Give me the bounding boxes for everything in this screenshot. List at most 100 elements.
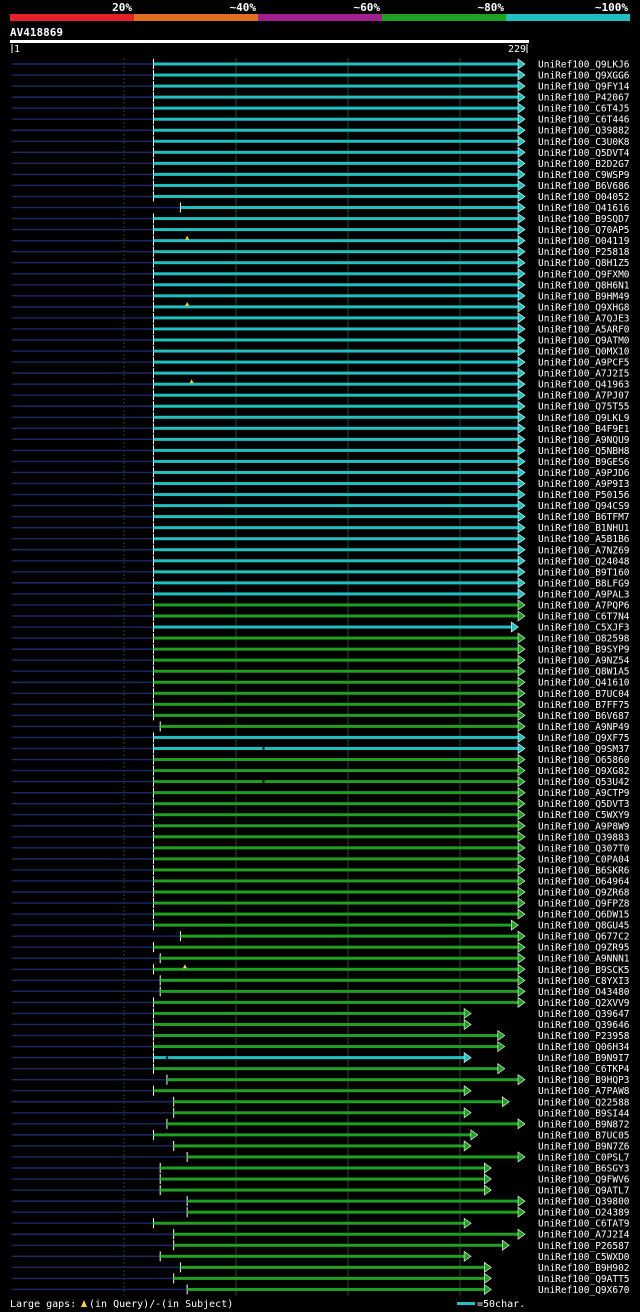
hit-name: UniRef100_Q39647 <box>538 1009 630 1020</box>
hit-bar <box>153 172 519 176</box>
hit-arrow <box>517 80 526 92</box>
hit-bar <box>153 868 519 872</box>
hit-row: UniRef100_O04052 <box>12 190 630 203</box>
hit-name: UniRef100_C5XJF3 <box>538 623 630 634</box>
hit-bar <box>153 73 519 77</box>
hit-name: UniRef100_B9H902 <box>538 1263 630 1274</box>
hit-arrow <box>517 224 526 236</box>
hit-arrow <box>510 621 519 633</box>
hit-name: UniRef100_B6V687 <box>538 711 630 722</box>
hit-name: UniRef100_C6T446 <box>538 115 630 126</box>
hit-bar <box>153 967 519 971</box>
hit-row: UniRef100_C6TAT9 <box>12 1217 630 1230</box>
hit-name: UniRef100_A9NQU9 <box>538 435 630 446</box>
hit-row: UniRef100_Q9X670 <box>12 1283 630 1296</box>
hit-arrow <box>517 820 526 832</box>
query-name: AV418869 <box>10 26 63 39</box>
hit-name: UniRef100_C5WXD0 <box>538 1252 630 1263</box>
hit-name: UniRef100_B9SCK5 <box>538 965 630 976</box>
hit-bar <box>153 117 519 121</box>
hit-row: UniRef100_B6SKR6 <box>12 864 630 876</box>
footer-in-query: (in Query)/ <box>89 1299 155 1310</box>
hit-name: UniRef100_B9SQD7 <box>538 214 630 225</box>
hit-arrow <box>517 632 526 644</box>
hit-bar <box>153 139 519 143</box>
hit-row: UniRef100_Q9FWV6 <box>12 1173 630 1186</box>
hit-arrow <box>517 974 526 986</box>
hit-bar <box>153 691 519 695</box>
hit-name: UniRef100_Q9ZR68 <box>538 888 630 899</box>
hit-arrow <box>517 985 526 997</box>
query-gap-marker <box>189 379 194 384</box>
hit-name: UniRef100_Q8W1A5 <box>538 667 630 678</box>
hit-arrow <box>517 444 526 456</box>
hit-name: UniRef100_Q39800 <box>538 1197 630 1208</box>
hit-row: UniRef100_A9P8W9 <box>12 820 630 832</box>
hit-row: UniRef100_Q22588 <box>12 1096 630 1108</box>
hit-row: UniRef100_Q9FXM0 <box>12 268 630 280</box>
hit-row: UniRef100_Q5NBH8 <box>12 444 630 457</box>
hit-arrow <box>517 720 526 732</box>
hit-row: UniRef100_Q39800 <box>12 1195 630 1208</box>
hit-bar <box>153 448 519 452</box>
hit-name: UniRef100_C5WXY9 <box>538 810 630 821</box>
hit-name: UniRef100_Q9LKJ6 <box>538 60 630 71</box>
hit-arrow <box>517 930 526 942</box>
hit-name: UniRef100_Q24048 <box>538 556 630 567</box>
hit-arrow <box>517 69 526 81</box>
hit-row: UniRef100_A7PJ07 <box>12 389 630 402</box>
hit-name: UniRef100_B8LFG9 <box>538 578 630 589</box>
legend-swatch-2 <box>258 14 382 21</box>
hit-bar <box>153 758 519 762</box>
hit-arrow <box>517 257 526 269</box>
hit-name: UniRef100_A5ARF0 <box>538 324 630 335</box>
hit-name: UniRef100_A7J2I4 <box>538 1230 630 1241</box>
hit-name: UniRef100_B9SYP9 <box>538 645 630 656</box>
hit-name: UniRef100_O04119 <box>538 236 630 247</box>
hit-row: UniRef100_B6SGY3 <box>12 1162 630 1175</box>
hit-arrow <box>517 466 526 479</box>
hit-name: UniRef100_A9CTP9 <box>538 788 630 799</box>
hit-row: UniRef100_O82598 <box>12 632 630 645</box>
hit-arrow <box>517 687 526 699</box>
hit-bar <box>173 1232 519 1236</box>
footer-scale: =50char. <box>477 1299 525 1310</box>
hit-arrow <box>517 731 526 744</box>
hit-row: UniRef100_Q39883 <box>12 831 630 843</box>
hit-bar <box>153 360 519 364</box>
hit-name: UniRef100_Q9ZR95 <box>538 943 630 954</box>
hit-name: UniRef100_A7PQP6 <box>538 600 630 611</box>
footer-gaps-label: Large gaps: <box>10 1299 76 1310</box>
hit-name: UniRef100_C6TKP4 <box>538 1064 630 1075</box>
hit-arrow <box>517 698 526 710</box>
hit-name: UniRef100_A9PCF5 <box>538 358 630 369</box>
hit-name: UniRef100_Q9XF75 <box>538 733 630 744</box>
hit-arrow <box>517 831 526 843</box>
hit-bar <box>153 504 519 508</box>
hit-arrow <box>517 610 526 622</box>
hit-bar <box>173 1100 504 1104</box>
hit-arrow <box>517 544 526 556</box>
hit-arrow <box>517 268 526 280</box>
hit-row: UniRef100_P26587 <box>12 1239 630 1252</box>
hit-row: UniRef100_Q39646 <box>12 1018 630 1031</box>
hit-arrow <box>517 742 526 755</box>
hit-arrow <box>517 952 526 964</box>
hit-bar <box>153 371 519 375</box>
legend-swatch-1 <box>134 14 258 21</box>
hit-name: UniRef100_B7FF75 <box>538 700 630 711</box>
hit-name: UniRef100_P42067 <box>538 93 630 104</box>
hit-bar <box>153 84 519 88</box>
hit-bar <box>180 934 519 938</box>
hit-arrow <box>517 168 526 180</box>
hit-arrow <box>517 212 526 225</box>
hit-row: UniRef100_Q9ATL7 <box>12 1184 630 1197</box>
hit-row: UniRef100_A9NNN1 <box>12 952 630 965</box>
hit-row: UniRef100_Q307T0 <box>12 842 630 854</box>
hit-name: UniRef100_A7NZ69 <box>538 545 630 556</box>
hit-arrow <box>517 577 526 589</box>
hit-name: UniRef100_Q8H1Z5 <box>538 258 630 269</box>
hit-row: UniRef100_A9CTP9 <box>12 787 630 799</box>
hit-arrow <box>517 787 526 799</box>
hit-arrow <box>463 1107 472 1119</box>
